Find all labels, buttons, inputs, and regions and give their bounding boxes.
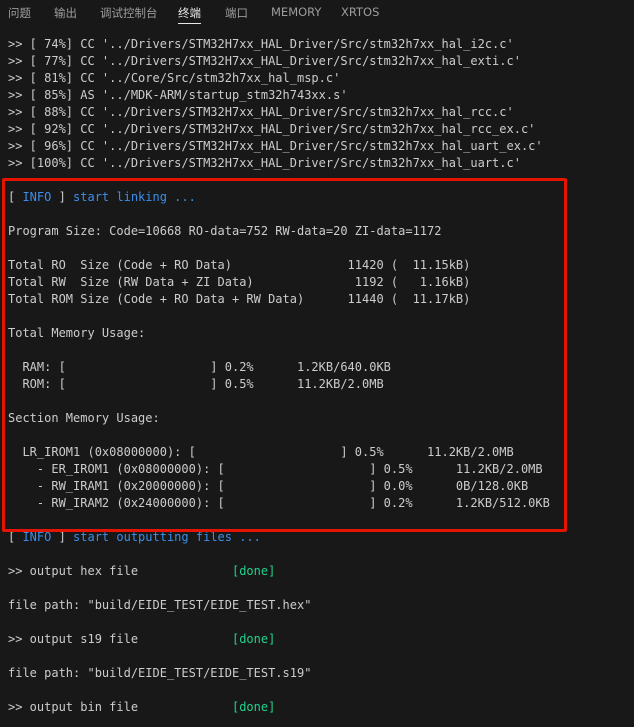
compile-line: >> [ 77%] CC '../Drivers/STM32H7xx_HAL_D… bbox=[8, 54, 521, 68]
compile-line: >> [ 92%] CC '../Drivers/STM32H7xx_HAL_D… bbox=[8, 122, 536, 136]
section-usage-line: - ER_IROM1 (0x08000000): [ ] 0.5% 11.2KB… bbox=[8, 462, 543, 476]
compile-line: >> [ 85%] AS '../MDK-ARM/startup_stm32h7… bbox=[8, 88, 348, 102]
tab-memory[interactable]: MEMORY bbox=[271, 5, 321, 19]
output-line: >> output hex file [done] bbox=[8, 563, 275, 580]
output-label: >> output hex file bbox=[8, 564, 232, 578]
outputting-line: [ INFO ] start outputting files ... bbox=[8, 529, 261, 546]
output-label: >> output s19 file bbox=[8, 632, 232, 646]
linking-line: [ INFO ] start linking ... bbox=[8, 189, 196, 206]
output-label: >> output bin file bbox=[8, 700, 232, 714]
info-message: start linking ... bbox=[65, 190, 196, 204]
section-usage-line: LR_IROM1 (0x08000000): [ ] 0.5% 11.2KB/2… bbox=[8, 445, 514, 459]
done-status: [done] bbox=[231, 564, 276, 578]
info-message: start outputting files ... bbox=[65, 530, 261, 544]
section-usage-title: Section Memory Usage: bbox=[8, 411, 160, 425]
compile-line: >> [ 88%] CC '../Drivers/STM32H7xx_HAL_D… bbox=[8, 105, 514, 119]
compile-line: >> [100%] CC '../Drivers/STM32H7xx_HAL_D… bbox=[8, 156, 521, 170]
tab-xrtos[interactable]: XRTOS bbox=[341, 5, 379, 19]
bracket: ] bbox=[51, 190, 66, 204]
tab-problems[interactable]: 问题 bbox=[8, 5, 31, 21]
done-status: [done] bbox=[231, 700, 276, 714]
tab-ports[interactable]: 端口 bbox=[225, 5, 248, 21]
compile-line: >> [ 81%] CC '../Core/Src/stm32h7xx_hal_… bbox=[8, 71, 341, 85]
output-line: >> output bin file [done] bbox=[8, 699, 275, 716]
bracket: [ bbox=[8, 190, 23, 204]
bracket: ] bbox=[51, 530, 66, 544]
tab-output[interactable]: 输出 bbox=[54, 5, 77, 21]
program-size-line: Program Size: Code=10668 RO-data=752 RW-… bbox=[8, 224, 442, 238]
total-size-line: Total RW Size (RW Data + ZI Data) 1192 (… bbox=[8, 275, 471, 289]
info-tag: INFO bbox=[22, 530, 52, 544]
memory-usage-line: ROM: [ ] 0.5% 11.2KB/2.0MB bbox=[8, 377, 384, 391]
file-path-line: file path: "build/EIDE_TEST/EIDE_TEST.he… bbox=[8, 598, 312, 612]
info-tag: INFO bbox=[22, 190, 52, 204]
bracket: [ bbox=[8, 530, 23, 544]
done-status: [done] bbox=[231, 632, 276, 646]
section-usage-line: - RW_IRAM2 (0x24000000): [ ] 0.2% 1.2KB/… bbox=[8, 496, 550, 510]
section-usage-line: - RW_IRAM1 (0x20000000): [ ] 0.0% 0B/128… bbox=[8, 479, 529, 493]
compile-line: >> [ 74%] CC '../Drivers/STM32H7xx_HAL_D… bbox=[8, 37, 514, 51]
terminal-output[interactable]: >> [ 74%] CC '../Drivers/STM32H7xx_HAL_D… bbox=[0, 26, 634, 727]
tab-terminal[interactable]: 终端 bbox=[178, 5, 201, 24]
total-size-line: Total ROM Size (Code + RO Data + RW Data… bbox=[8, 292, 471, 306]
memory-usage-line: RAM: [ ] 0.2% 1.2KB/640.0KB bbox=[8, 360, 391, 374]
memory-usage-title: Total Memory Usage: bbox=[8, 326, 146, 340]
total-size-line: Total RO Size (Code + RO Data) 11420 ( 1… bbox=[8, 258, 471, 272]
output-line: >> output s19 file [done] bbox=[8, 631, 275, 648]
compile-line: >> [ 96%] CC '../Drivers/STM32H7xx_HAL_D… bbox=[8, 139, 543, 153]
file-path-line: file path: "build/EIDE_TEST/EIDE_TEST.s1… bbox=[8, 666, 312, 680]
tab-debug-console[interactable]: 调试控制台 bbox=[100, 5, 158, 21]
panel-tab-bar: 问题 输出 调试控制台 终端 端口 MEMORY XRTOS bbox=[0, 0, 634, 26]
